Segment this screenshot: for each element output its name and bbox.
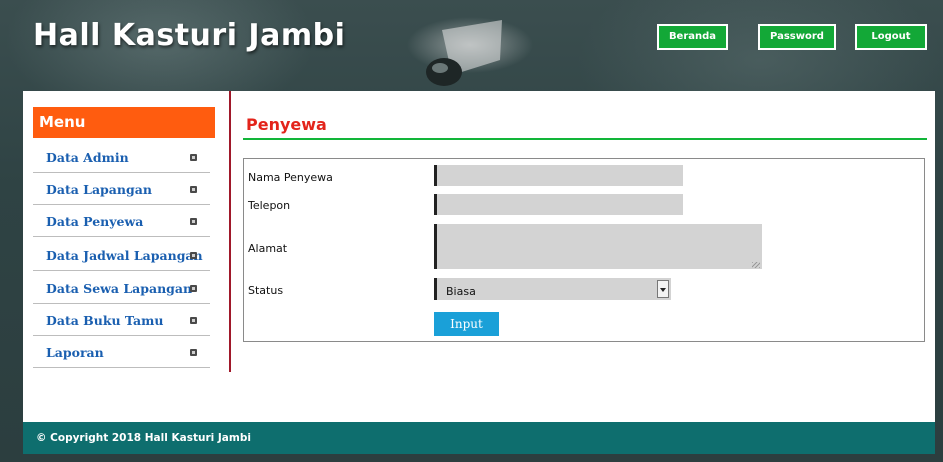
sidebar-item-data-buku-tamu[interactable]: Data Buku Tamu	[33, 306, 210, 336]
sidebar-item-label: Data Penyewa	[46, 214, 144, 229]
sidebar-item-label: Data Jadwal Lapangan	[46, 248, 203, 263]
bullet-icon	[190, 186, 197, 193]
bullet-icon	[190, 154, 197, 161]
status-label: Status	[248, 284, 284, 297]
resize-handle-icon[interactable]	[752, 262, 760, 268]
nama-penyewa-label: Nama Penyewa	[248, 171, 333, 184]
page-title: Penyewa	[246, 115, 327, 134]
title-underline	[243, 138, 927, 140]
vertical-divider	[229, 91, 231, 372]
sidebar-item-data-jadwal-lapangan[interactable]: Data Jadwal Lapangan	[33, 241, 210, 271]
bullet-icon	[190, 285, 197, 292]
bullet-icon	[190, 252, 197, 259]
sidebar-item-label: Laporan	[46, 345, 104, 360]
sidebar-item-data-admin[interactable]: Data Admin	[33, 143, 210, 173]
footer-copyright: © Copyright 2018 Hall Kasturi Jambi	[36, 432, 251, 444]
logout-button[interactable]: Logout	[855, 24, 927, 50]
dropdown-arrow-icon[interactable]	[657, 280, 669, 298]
nama-penyewa-input[interactable]	[434, 165, 683, 186]
bullet-icon	[190, 317, 197, 324]
status-selected-value: Biasa	[446, 285, 476, 298]
telepon-input[interactable]	[434, 194, 683, 215]
sidebar-title: Menu	[33, 107, 215, 138]
sidebar-item-data-sewa-lapangan[interactable]: Data Sewa Lapangan	[33, 274, 210, 304]
alamat-textarea[interactable]	[434, 224, 762, 269]
sidebar-item-data-penyewa[interactable]: Data Penyewa	[33, 207, 210, 237]
sidebar-item-label: Data Sewa Lapangan	[46, 281, 193, 296]
bullet-icon	[190, 349, 197, 356]
beranda-button[interactable]: Beranda	[657, 24, 728, 50]
telepon-label: Telepon	[248, 199, 291, 212]
sidebar-item-data-lapangan[interactable]: Data Lapangan	[33, 175, 210, 205]
bullet-icon	[190, 218, 197, 225]
site-title: Hall Kasturi Jambi	[33, 18, 346, 53]
sidebar-item-label: Data Buku Tamu	[46, 313, 164, 328]
sidebar-item-label: Data Admin	[46, 150, 129, 165]
sidebar-item-laporan[interactable]: Laporan	[33, 338, 210, 368]
shuttlecock-image	[426, 20, 502, 86]
alamat-label: Alamat	[248, 242, 288, 255]
input-button[interactable]: Input	[434, 312, 499, 336]
password-button[interactable]: Password	[758, 24, 836, 50]
sidebar-item-label: Data Lapangan	[46, 182, 152, 197]
